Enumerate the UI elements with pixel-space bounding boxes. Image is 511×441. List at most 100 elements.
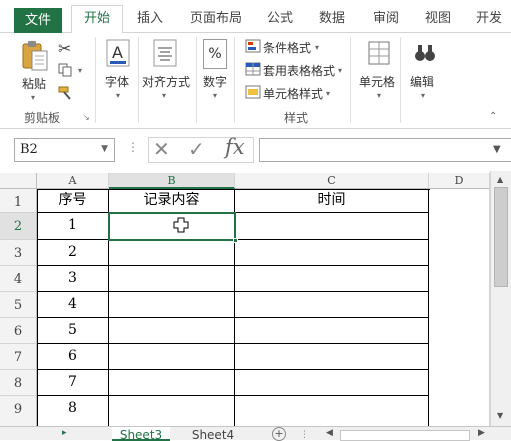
cell-a9[interactable]: 8 bbox=[37, 396, 109, 426]
cell-c8[interactable] bbox=[235, 370, 429, 396]
tab-formulas[interactable]: 公式 bbox=[262, 6, 298, 33]
row-header-5[interactable]: 5 bbox=[0, 292, 37, 318]
scrollbar-thumb[interactable] bbox=[494, 187, 508, 287]
row-header-9[interactable]: 9 bbox=[0, 396, 37, 426]
cell-c6[interactable] bbox=[235, 318, 429, 344]
cell-a4[interactable]: 3 bbox=[37, 266, 109, 292]
row-header-8[interactable]: 8 bbox=[0, 370, 37, 396]
column-header-c[interactable]: C bbox=[235, 173, 429, 189]
cell-a8[interactable]: 7 bbox=[37, 370, 109, 396]
row-header-6[interactable]: 6 bbox=[0, 318, 37, 344]
cell-b1[interactable]: 记录内容 bbox=[109, 189, 235, 213]
scroll-right-icon[interactable]: ▶ bbox=[478, 428, 485, 438]
paste-dropdown-icon[interactable]: ▾ bbox=[31, 93, 35, 102]
cell-a3[interactable]: 2 bbox=[37, 240, 109, 266]
format-painter-icon[interactable] bbox=[58, 85, 76, 101]
tab-insert[interactable]: 插入 bbox=[130, 6, 170, 33]
formula-input[interactable] bbox=[259, 138, 511, 162]
tab-developer[interactable]: 开发 bbox=[476, 6, 511, 33]
enter-icon[interactable]: ✓ bbox=[188, 137, 205, 161]
cell-a7[interactable]: 6 bbox=[37, 344, 109, 370]
cancel-icon[interactable]: ✕ bbox=[153, 137, 170, 161]
fill-handle[interactable] bbox=[233, 238, 238, 243]
align-icon[interactable] bbox=[153, 39, 177, 69]
font-label[interactable]: 字体 bbox=[105, 73, 129, 90]
sheet-tab-sheet3[interactable]: Sheet3 bbox=[112, 427, 170, 441]
cell-styles-label[interactable]: 单元格样式 bbox=[263, 85, 323, 102]
tab-view[interactable]: 视图 bbox=[420, 6, 456, 33]
row-header-3[interactable]: 3 bbox=[0, 240, 37, 266]
vertical-scrollbar[interactable]: ▲ ▼ bbox=[490, 171, 511, 426]
column-header-a[interactable]: A bbox=[37, 173, 109, 189]
table-format-label[interactable]: 套用表格格式 bbox=[263, 62, 335, 79]
font-icon[interactable]: A bbox=[106, 39, 130, 69]
cell-b4[interactable] bbox=[109, 266, 235, 292]
tab-split-icon[interactable]: ⋮ bbox=[300, 430, 309, 440]
row-header-2[interactable]: 2 bbox=[0, 213, 37, 240]
cell-b9[interactable] bbox=[109, 396, 235, 426]
cell-c4[interactable] bbox=[235, 266, 429, 292]
cell-a5[interactable]: 4 bbox=[37, 292, 109, 318]
sheet-tab-sheet4[interactable]: Sheet4 bbox=[184, 427, 242, 441]
conditional-format-label[interactable]: 条件格式 bbox=[263, 39, 311, 56]
name-box[interactable]: B2 ▼ bbox=[14, 138, 115, 162]
copy-dropdown-icon[interactable]: ▾ bbox=[78, 66, 82, 75]
previous-sheet-icon[interactable]: ▸ bbox=[62, 428, 67, 438]
tab-review[interactable]: 审阅 bbox=[368, 6, 404, 33]
clipboard-launcher-icon[interactable]: ↘ bbox=[83, 113, 90, 122]
cell-b5[interactable] bbox=[109, 292, 235, 318]
cell-c7[interactable] bbox=[235, 344, 429, 370]
conditional-format-icon[interactable] bbox=[245, 39, 261, 53]
cell-a1[interactable]: 序号 bbox=[37, 189, 109, 213]
paste-icon[interactable] bbox=[20, 39, 50, 73]
cell-b7[interactable] bbox=[109, 344, 235, 370]
editing-dropdown-icon[interactable]: ▾ bbox=[421, 91, 425, 100]
font-dropdown-icon[interactable]: ▾ bbox=[116, 91, 120, 100]
cell-c5[interactable] bbox=[235, 292, 429, 318]
scroll-down-icon[interactable]: ▼ bbox=[497, 411, 503, 420]
cell-c9[interactable] bbox=[235, 396, 429, 426]
select-all-corner[interactable] bbox=[0, 173, 37, 189]
cells-label[interactable]: 单元格 bbox=[359, 73, 395, 90]
cell-b3[interactable] bbox=[109, 240, 235, 266]
horizontal-scrollbar[interactable] bbox=[340, 430, 470, 441]
alignment-label[interactable]: 对齐方式 bbox=[142, 73, 190, 90]
editing-label[interactable]: 编辑 bbox=[410, 73, 434, 90]
collapse-ribbon-icon[interactable]: ⌃ bbox=[489, 111, 497, 122]
cells-dropdown-icon[interactable]: ▾ bbox=[377, 91, 381, 100]
percent-icon[interactable]: % bbox=[203, 39, 227, 69]
tab-home[interactable]: 开始 bbox=[71, 5, 123, 34]
cell-c2[interactable] bbox=[235, 213, 429, 240]
cell-a6[interactable]: 5 bbox=[37, 318, 109, 344]
tab-file[interactable]: 文件 bbox=[14, 8, 62, 33]
expand-formula-bar-icon[interactable]: ▼ bbox=[493, 144, 501, 155]
cell-b6[interactable] bbox=[109, 318, 235, 344]
chevron-down-icon[interactable]: ▼ bbox=[101, 144, 108, 154]
conditional-format-dropdown-icon[interactable]: ▾ bbox=[315, 43, 319, 52]
binoculars-icon[interactable] bbox=[413, 39, 437, 69]
cut-icon[interactable]: ✂ bbox=[58, 39, 71, 58]
insert-function-icon[interactable]: fx bbox=[225, 135, 245, 159]
scroll-left-icon[interactable]: ◀ bbox=[326, 428, 333, 438]
cell-c1[interactable]: 时间 bbox=[235, 189, 429, 213]
number-dropdown-icon[interactable]: ▾ bbox=[213, 91, 217, 100]
table-format-dropdown-icon[interactable]: ▾ bbox=[338, 66, 342, 75]
worksheet[interactable]: A B C D 1 2 3 4 5 6 7 8 9 序号 记录内容 时间 1 2… bbox=[0, 171, 511, 426]
copy-icon[interactable] bbox=[58, 63, 72, 77]
column-header-d[interactable]: D bbox=[429, 173, 490, 189]
drag-handle-icon[interactable]: ⋮ bbox=[127, 140, 139, 154]
column-header-b[interactable]: B bbox=[109, 173, 235, 189]
alignment-dropdown-icon[interactable]: ▾ bbox=[162, 91, 166, 100]
row-header-1[interactable]: 1 bbox=[0, 189, 37, 213]
cell-c3[interactable] bbox=[235, 240, 429, 266]
cell-a2[interactable]: 1 bbox=[37, 213, 109, 240]
cells-icon[interactable] bbox=[367, 39, 391, 69]
table-format-icon[interactable] bbox=[245, 62, 261, 76]
tab-page-layout[interactable]: 页面布局 bbox=[186, 6, 246, 33]
cell-styles-icon[interactable] bbox=[245, 85, 261, 99]
tab-data[interactable]: 数据 bbox=[314, 6, 350, 33]
row-header-4[interactable]: 4 bbox=[0, 266, 37, 292]
add-sheet-icon[interactable]: + bbox=[272, 427, 286, 441]
cell-styles-dropdown-icon[interactable]: ▾ bbox=[326, 89, 330, 98]
scroll-up-icon[interactable]: ▲ bbox=[497, 175, 503, 184]
